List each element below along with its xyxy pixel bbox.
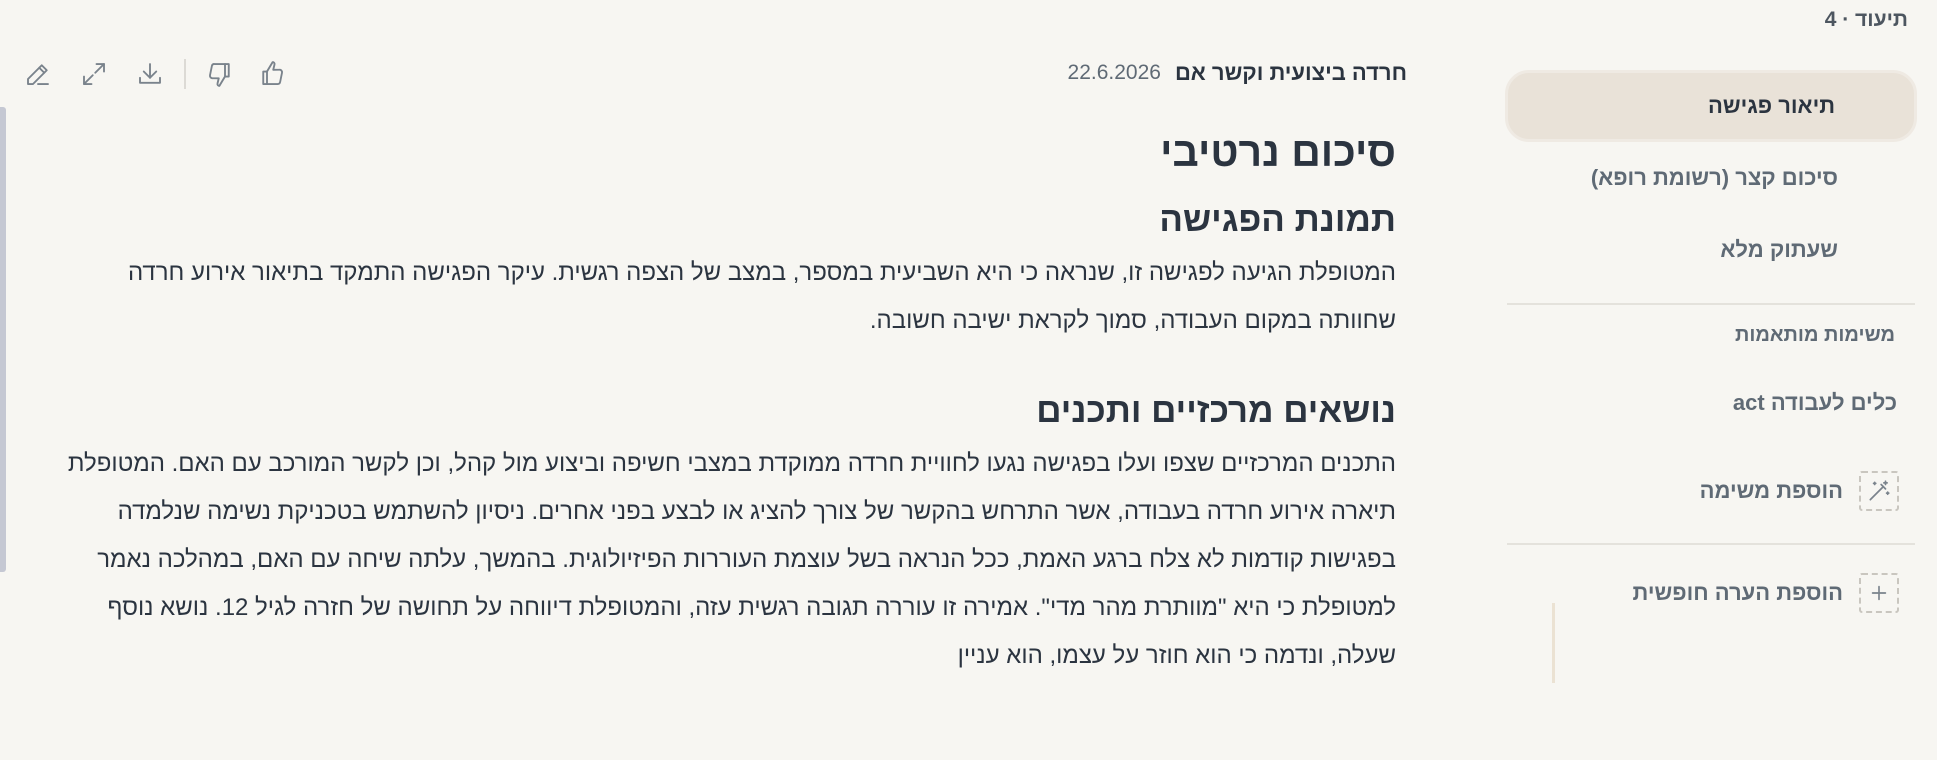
document-title: חרדה ביצועית וקשר אם (1174, 60, 1407, 85)
sidebar-divider (1507, 543, 1915, 545)
add-note-label: הוספת הערה חופשית (1632, 580, 1843, 605)
task-item-act-tools[interactable]: כלים לעבודה act (1733, 390, 1897, 416)
section-paragraph: המטופלת הגיעה לפגישה זו, שנראה כי היא הש… (127, 259, 1396, 335)
sidebar-item-label: תיאור פגישה (1708, 93, 1835, 118)
edit-button[interactable] (20, 56, 56, 92)
add-task-button[interactable]: הוספת משימה (1700, 471, 1899, 511)
expand-icon (83, 63, 105, 85)
thumbs-up-icon (262, 61, 283, 85)
edit-icon (27, 64, 49, 85)
sidebar-item-label: שעתוק מלא (1720, 237, 1838, 262)
sidebar-item-short-summary[interactable]: סיכום קצר (רשומת רופא) (1505, 142, 1917, 214)
sidebar-item-session-description[interactable]: תיאור פגישה (1505, 70, 1917, 142)
magic-wand-icon (1859, 471, 1899, 511)
add-task-label: הוספת משימה (1699, 478, 1843, 503)
section-heading: נושאים מרכזיים ותכנים (1036, 391, 1396, 431)
document-content: סיכום נרטיבי תמונת הפגישה המטופלת הגיעה … (56, 128, 1396, 680)
document-date: 22.6.2026 (1067, 61, 1161, 84)
section-paragraph: התכנים המרכזיים שצפו ועלו בפגישה נגעו לח… (67, 450, 1396, 670)
sidebar-item-label: סיכום קצר (רשומת רופא) (1590, 165, 1838, 190)
download-icon (139, 63, 161, 84)
sidebar-header: תיעוד · 4 (1824, 8, 1908, 31)
expand-button[interactable] (76, 56, 112, 92)
thumbs-down-button[interactable] (202, 56, 238, 92)
sidebar-resize-handle[interactable] (1552, 603, 1555, 683)
scroll-indicator[interactable] (0, 107, 6, 572)
download-button[interactable] (132, 56, 168, 92)
sidebar-item-full-transcript[interactable]: שעתוק מלא (1505, 214, 1917, 286)
document-toolbar (20, 56, 290, 92)
sidebar-divider (1507, 303, 1915, 305)
add-note-button[interactable]: הוספת הערה חופשית (1633, 573, 1899, 613)
thumbs-up-button[interactable] (254, 56, 290, 92)
sidebar: תיעוד · 4 תיאור פגישה סיכום קצר (רשומת ר… (1500, 0, 1937, 760)
app-window: 22.6.2026 חרדה ביצועית וקשר אם סיכום נרט… (0, 0, 1937, 760)
toolbar-divider (184, 59, 186, 89)
section-heading: תמונת הפגישה (1159, 200, 1396, 240)
tasks-section-label: משימות מותאמות (1735, 324, 1895, 346)
page-title: סיכום נרטיבי (1160, 129, 1396, 175)
plus-icon (1859, 573, 1899, 613)
document-meta: 22.6.2026 חרדה ביצועית וקשר אם (1068, 60, 1407, 86)
thumbs-down-icon (209, 63, 230, 87)
